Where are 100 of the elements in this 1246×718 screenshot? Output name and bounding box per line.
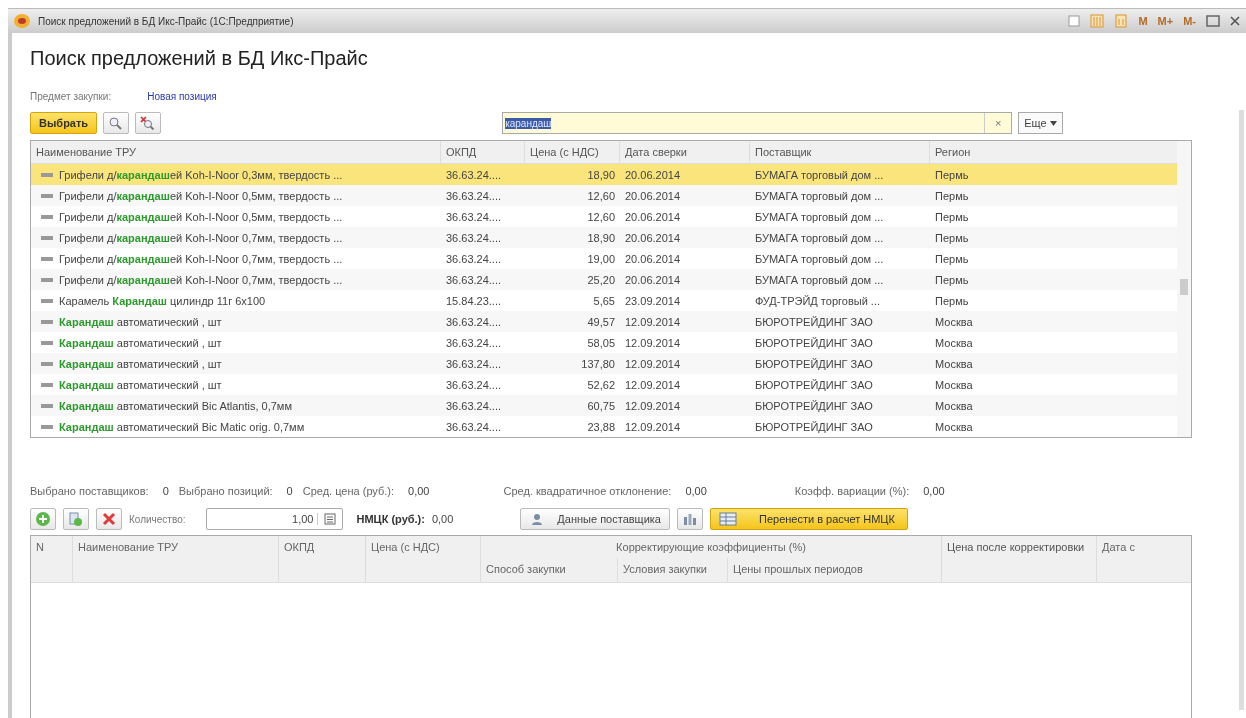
table-cell-text: Пермь [934,252,970,265]
table-cell-text: БЮРОТРЕЙДИНГ ЗАО [754,399,874,412]
chart-button[interactable] [677,508,703,530]
column-header[interactable]: ОКПД [441,141,525,163]
table-cell-text: 36.63.24.... [445,168,503,181]
table-cell-text: 36.63.24.... [445,399,503,412]
column-header[interactable]: Поставщик [750,141,930,163]
table-cell: Грифели д/карандашей Koh-I-Noor 0,3мм, твердость ... [59,168,343,181]
table-cell-text: 20.06.2014 [624,231,682,244]
column-header[interactable]: Цена (с НДС) [366,536,481,582]
more-button[interactable]: Еще [1018,112,1063,134]
table-cell-text: БУМАГА торговый дом ... [754,189,885,202]
table-cell-text: Москва [934,357,974,370]
offer-row[interactable]: Карандаш автоматический , шт 36.63.24.... 58,05 12.09.2014 БЮРОТРЕЙДИНГ ЗАО Москва [31,332,1177,353]
item-icon [41,256,53,261]
subject-link[interactable]: Новая позиция [147,91,217,102]
search-field[interactable]: карандаш × [502,112,1013,134]
item-icon [41,172,53,177]
caret-icon [1049,120,1057,126]
table-cell-text: Пермь [934,168,970,181]
stat-label: Выбрано поставщиков: [30,485,149,497]
column-header[interactable]: Дата сверки [620,141,750,163]
delete-button[interactable] [96,508,122,530]
transfer-button[interactable]: Перенести в расчет НМЦК [710,508,908,530]
column-header[interactable]: Регион [930,141,1050,163]
table-cell-text: БУМАГА торговый дом ... [754,231,885,244]
cancel-find-button[interactable] [135,112,162,134]
cross-icon [102,512,116,526]
offer-row[interactable]: Карандаш автоматический Bic Matic orig. 0,7мм 36.63.24.... 23,88 12.09.2014 БЮРОТРЕЙДИНГ ЗАО Москва [31,416,1177,437]
offer-row[interactable]: Карамель Карандаш цилиндр 11г 6х100 15.84.23.... 5,65 23.09.2014 ФУД-ТРЭЙД торговый ... Пермь [31,290,1177,311]
item-icon [41,235,53,240]
supplier-data-button[interactable]: Данные поставщика [520,508,670,530]
copy-button[interactable] [63,508,89,530]
offer-row[interactable]: Грифели д/карандашей Koh-I-Noor 0,5мм, твердость ... 36.63.24.... 12,60 20.06.2014 БУМАГА торговый дом ... Пермь [31,206,1177,227]
offer-row[interactable]: Грифели д/карандашей Koh-I-Noor 0,3мм, твердость ... 36.63.24.... 18,90 20.06.2014 БУМАГА торговый дом ... Пермь [31,164,1177,185]
quantity-field[interactable]: 1,00 [206,508,344,530]
close-icon[interactable] [1230,16,1240,26]
item-icon [41,403,53,408]
offer-row[interactable]: Карандаш автоматический , шт 36.63.24.... 49,57 12.09.2014 БЮРОТРЕЙДИНГ ЗАО Москва [31,311,1177,332]
select-button[interactable]: Выбрать [30,112,98,134]
offer-row[interactable]: Карандаш автоматический , шт 36.63.24.... 137,80 12.09.2014 БЮРОТРЕЙДИНГ ЗАО Москва [31,353,1177,374]
column-header[interactable]: Наименование ТРУ [31,141,441,163]
nmck-label: НМЦК (руб.): [356,513,425,525]
table-cell-text: Москва [934,315,974,328]
offer-row[interactable]: Грифели д/карандашей Koh-I-Noor 0,5мм, твердость ... 36.63.24.... 12,60 20.06.2014 БУМАГА торговый дом ... Пермь [31,185,1177,206]
offer-row[interactable]: Карандаш автоматический Bic Atlantis, 0,7мм 36.63.24.... 60,75 12.09.2014 БЮРОТРЕЙДИНГ ЗАО Москва [31,395,1177,416]
item-icon [41,214,53,219]
offer-row[interactable]: Грифели д/карандашей Koh-I-Noor 0,7мм, твердость ... 36.63.24.... 19,00 20.06.2014 БУМАГА торговый дом ... Пермь [31,248,1177,269]
stat-value: 0 [286,485,293,497]
table-cell-text: ФУД-ТРЭЙД торговый ... [754,294,881,307]
table-cell-text: 12,60 [586,210,616,223]
table-cell-text: 36.63.24.... [445,420,503,433]
table-cell-text: Пермь [934,273,970,286]
column-header[interactable]: Цена после корректировки [942,536,1097,582]
table-cell-text: Пермь [934,231,970,244]
table-cell-text: 15.84.23.... [445,294,503,307]
offer-row[interactable]: Карандаш автоматический , шт 36.63.24.... 52,62 12.09.2014 БЮРОТРЕЙДИНГ ЗАО Москва [31,374,1177,395]
table-cell-text: 23.09.2014 [624,294,682,307]
table-cell-text: 137,80 [580,357,616,370]
table-cell-text: БЮРОТРЕЙДИНГ ЗАО [754,315,874,328]
item-icon [41,340,53,345]
column-header[interactable]: Цена (с НДС) [525,141,620,163]
table-cell-text: Москва [934,420,974,433]
table-cell-text: Москва [934,336,974,349]
clear-button[interactable]: × [984,113,1012,133]
item-icon [41,193,53,198]
stat-value: 0 [162,485,169,497]
find-button[interactable] [103,112,130,134]
table-cell-text: 12.09.2014 [624,336,682,349]
table-cell-text: 20.06.2014 [624,189,682,202]
column-header[interactable]: Условия закупки [618,558,728,582]
table-cell-text: Пермь [934,210,970,223]
column-header[interactable]: Наименование ТРУ [73,536,279,582]
column-header[interactable]: Способ закупки [481,558,618,582]
document-icon [68,511,84,527]
table-cell-text: БУМАГА торговый дом ... [754,273,885,286]
table-cell-text: 12.09.2014 [624,357,682,370]
offer-row[interactable]: Грифели д/карандашей Koh-I-Noor 0,7мм, твердость ... 36.63.24.... 18,90 20.06.2014 БУМАГА торговый дом ... Пермь [31,227,1177,248]
scrollbar[interactable] [1177,141,1191,437]
stat-label: Сред. цена (руб.): [302,485,395,497]
table-cell-text: 20.06.2014 [624,210,682,223]
add-button[interactable] [30,508,56,530]
scrollbar[interactable] [1239,110,1244,710]
stat-value: 0,00 [923,485,945,497]
table-cell-text: 12.09.2014 [624,315,682,328]
maximize-icon[interactable] [1206,15,1220,27]
table-cell-text: 58,05 [586,336,616,349]
column-header[interactable]: ОКПД [279,536,366,582]
offer-row[interactable]: Грифели д/карандашей Koh-I-Noor 0,7мм, твердость ... 36.63.24.... 25,20 20.06.2014 БУМАГА торговый дом ... Пермь [31,269,1177,290]
item-icon [41,319,53,324]
column-header[interactable]: N [31,536,73,582]
table-cell-text: 19,00 [586,252,616,265]
table-cell-text: БУМАГА торговый дом ... [754,210,885,223]
column-header[interactable]: Цены прошлых периодов [728,558,941,582]
column-header[interactable]: Дата с [1097,536,1191,582]
stat-label: Выбрано позиций: [178,485,273,497]
table-cell-text: 36.63.24.... [445,231,503,244]
table-cell-text: БЮРОТРЕЙДИНГ ЗАО [754,378,874,391]
table-cell: Карандаш автоматический , шт [59,357,222,370]
item-icon [41,382,53,387]
